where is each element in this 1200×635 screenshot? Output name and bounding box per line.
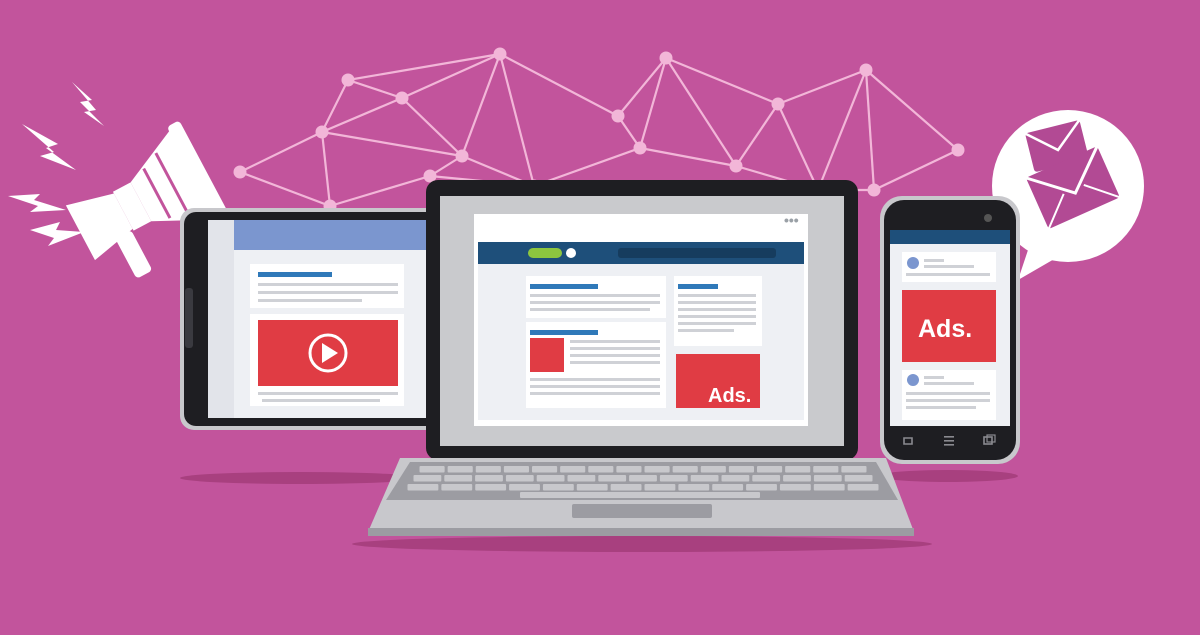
illustration: ••• Ads. Ads. bbox=[0, 0, 1200, 630]
laptop: ••• Ads. bbox=[368, 180, 914, 536]
phone-ad-label: Ads. bbox=[918, 315, 972, 343]
tablet bbox=[180, 208, 442, 430]
phone: Ads. bbox=[880, 196, 1020, 464]
menu-icon[interactable] bbox=[944, 436, 954, 446]
browser-window-dots: ••• bbox=[784, 212, 799, 228]
phone-ad-banner: Ads. bbox=[902, 290, 996, 362]
laptop-ad-banner: Ads. bbox=[676, 354, 760, 408]
trackpad bbox=[572, 504, 712, 518]
laptop-ad-label: Ads. bbox=[708, 385, 751, 407]
green-pill-button bbox=[528, 248, 562, 258]
